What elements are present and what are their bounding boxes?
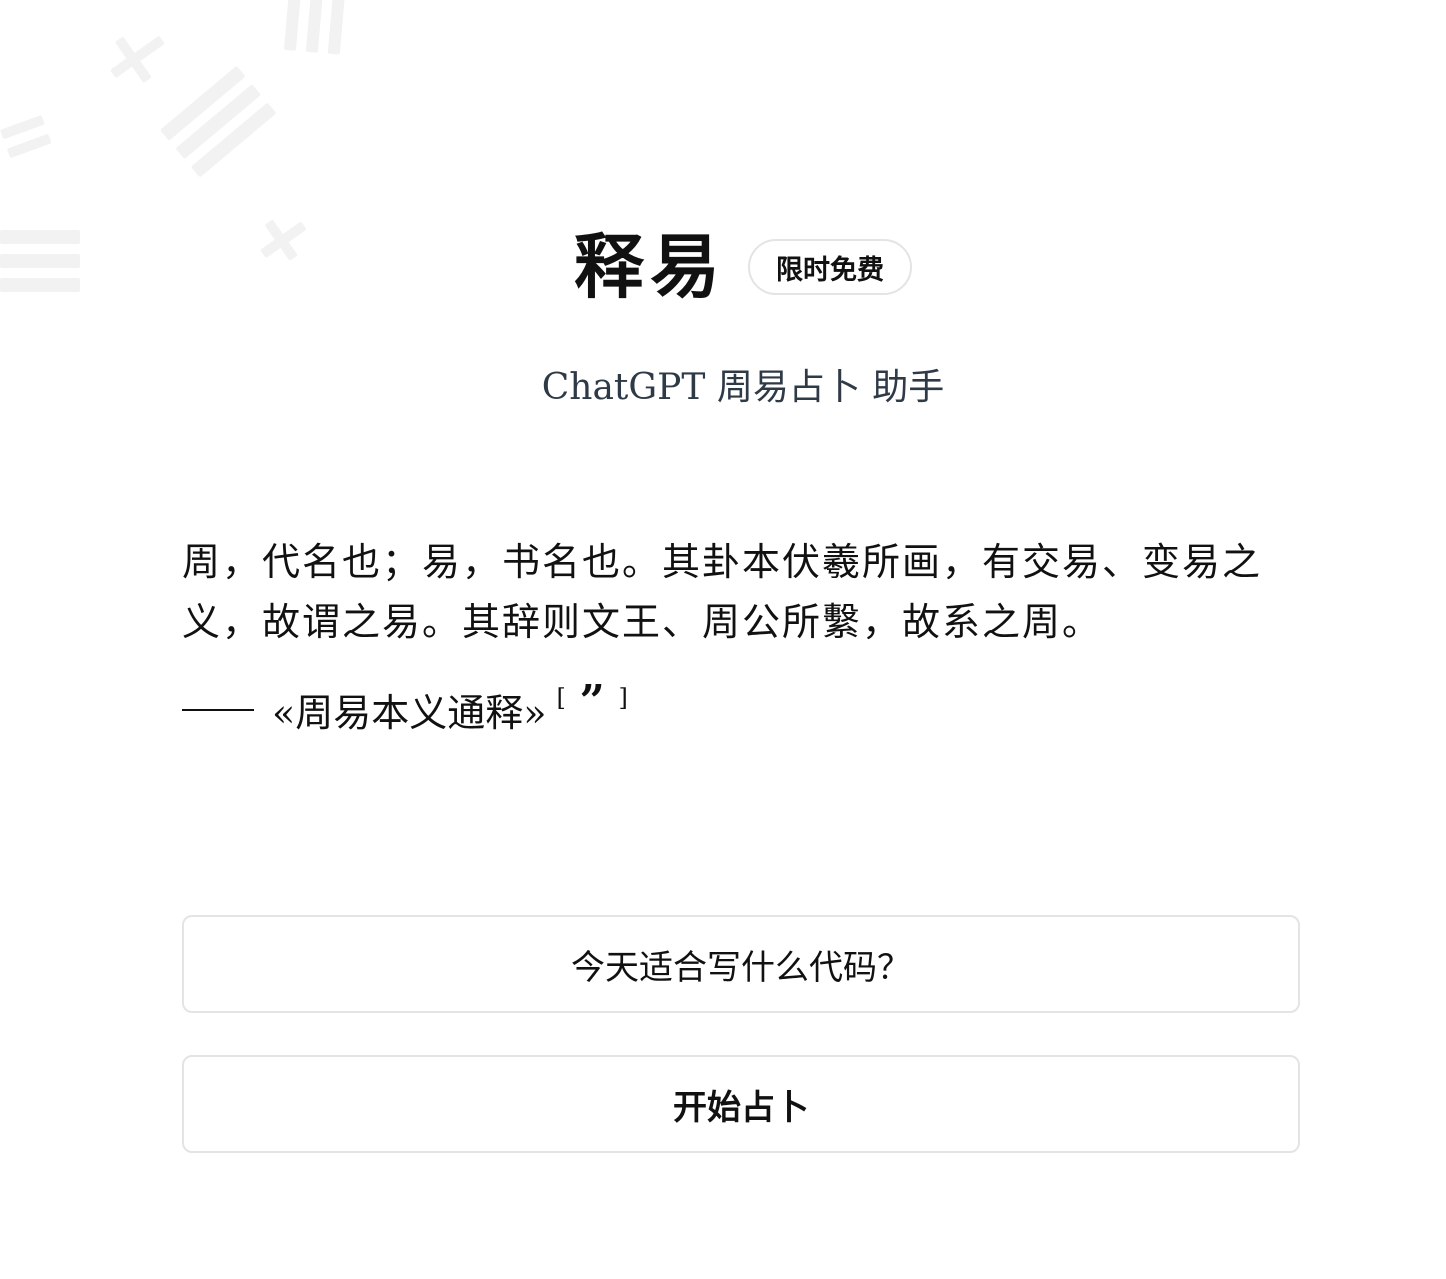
bagua-icon bbox=[0, 0, 346, 292]
start-divination-button[interactable]: 开始占卜 bbox=[182, 1055, 1300, 1153]
reference-close-bracket: ] bbox=[618, 684, 628, 712]
quote-source-line: «周易本义通释» [ ” ] bbox=[182, 676, 1304, 737]
em-dash bbox=[182, 708, 254, 711]
reference-open-bracket: [ bbox=[556, 684, 566, 712]
quote-mark-icon: ” bbox=[579, 676, 605, 727]
quote-source: «周易本义通释» bbox=[272, 691, 547, 735]
suggested-question-button[interactable]: 今天适合写什么代码？ bbox=[182, 915, 1300, 1013]
app-title: 释易 bbox=[574, 225, 726, 308]
quote-text: 周，代名也；易，书名也。其卦本伏羲所画，有交易、变易之义，故谓之易。其辞则文王、… bbox=[182, 540, 1263, 644]
header-inner: 释易 限时免费 bbox=[574, 232, 912, 302]
intro-quote: 周，代名也；易，书名也。其卦本伏羲所画，有交易、变易之义，故谓之易。其辞则文王、… bbox=[182, 532, 1304, 737]
app-subtitle: ChatGPT 周易占卜 助手 bbox=[541, 367, 945, 408]
page-header: 释易 限时免费 bbox=[0, 222, 1446, 312]
reference-link[interactable]: [ ” ] bbox=[556, 666, 628, 727]
free-badge: 限时免费 bbox=[748, 239, 912, 295]
